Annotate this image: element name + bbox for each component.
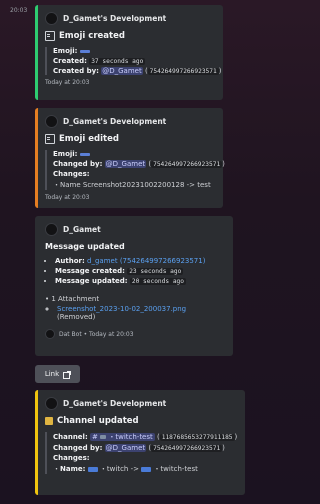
list-item: Message updated: 20 seconds ago [55, 277, 225, 285]
hash-icon: # [92, 433, 98, 441]
user-id: 754264997266923571 [151, 161, 223, 168]
embed-title: Message updated [45, 242, 125, 251]
attachments-list: • 1 Attachment Screenshot_2023-10-02_200… [45, 295, 225, 321]
message-timestamp: 20:03 [10, 7, 28, 14]
embed-footer: Today at 20:03 [45, 194, 90, 201]
name-to: ・twitch-test [153, 465, 198, 473]
author-id[interactable]: 754264997266923571 [123, 257, 203, 265]
channel-emoji-icon [100, 435, 107, 439]
external-link-icon [63, 370, 72, 379]
emoji-icon [141, 466, 152, 472]
embed-color-bar [35, 390, 38, 495]
channel-name: ・twitch-test [108, 433, 153, 441]
embed-author: D_Gamet's Development [45, 397, 237, 410]
embed-channel-updated: D_Gamet's Development Channel updated Ch… [35, 390, 245, 495]
user-id: 754264997266923571 [147, 68, 219, 75]
field-label: Created: [53, 57, 87, 65]
created-value: 23 seconds ago [127, 268, 184, 275]
author-avatar [45, 223, 58, 236]
change-line: ・Name Screenshot20231002200128 -> test [53, 181, 211, 189]
emoji-preview [79, 152, 90, 156]
user-mention[interactable]: @D_Gamet [104, 444, 147, 452]
field-label: Changed by: [53, 160, 103, 168]
embed-title: Emoji edited [59, 134, 119, 144]
emoji-icon [45, 31, 55, 41]
embed-footer: Today at 20:03 [45, 79, 90, 86]
author-name[interactable]: D_Gamet's Development [63, 117, 166, 126]
field-label: Name: [60, 465, 86, 473]
field-label: Message updated: [55, 277, 128, 285]
user-id: 754264997266923571 [151, 445, 223, 452]
embed-fields: Emoji: Changed by: @D_Gamet (75426499726… [45, 150, 225, 190]
bot-avatar [45, 329, 55, 339]
author-avatar [45, 115, 58, 128]
attachment-status: (Removed) [57, 313, 96, 321]
fields-list: Author: d_gamet (754264997266923571) Mes… [45, 257, 225, 285]
embed-color-bar [35, 108, 38, 208]
embed-fields: Emoji: Created: 37 seconds ago Created b… [45, 47, 221, 75]
author-avatar [45, 12, 58, 25]
name-from: ・twitch -> [99, 465, 139, 473]
field-label: Message created: [55, 267, 125, 275]
embed-title: Emoji created [59, 31, 125, 41]
updated-value: 20 seconds ago [129, 278, 186, 285]
embed-author: D_Gamet's Development [45, 12, 215, 25]
channel-id: 1187685653277911185 [159, 434, 235, 441]
embed-fields: Channel: # ・twitch-test (118768565327791… [45, 432, 237, 474]
field-label: Emoji: [53, 47, 78, 55]
list-item: • 1 Attachment [45, 295, 100, 303]
created-value: 37 seconds ago [89, 58, 146, 65]
embed-footer: Dat Bot • Today at 20:03 [45, 329, 225, 339]
embed-color-bar [35, 5, 38, 100]
author-name[interactable]: D_Gamet's Development [63, 399, 166, 408]
link-button[interactable]: Link [35, 365, 80, 383]
field-label: Emoji: [53, 150, 78, 158]
emoji-preview [79, 49, 90, 53]
list-item: Message created: 23 seconds ago [55, 267, 225, 275]
user-mention[interactable]: @D_Gamet [104, 160, 147, 168]
list-item: Author: d_gamet (754264997266923571) [55, 257, 225, 265]
author-name[interactable]: D_Gamet's Development [63, 14, 166, 23]
embed-author: D_Gamet's Development [45, 115, 215, 128]
field-label: Changes: [53, 170, 90, 178]
author-name[interactable]: D_Gamet [63, 225, 101, 234]
author-avatar [45, 397, 58, 410]
author-link[interactable]: d_gamet [87, 257, 118, 265]
emoji-icon [45, 134, 55, 144]
embed-title-row: Channel updated [45, 416, 237, 426]
embed-title-row: Emoji created [45, 31, 215, 41]
embed-message-updated: D_Gamet Message updated Author: d_gamet … [35, 216, 233, 356]
embed-author: D_Gamet [45, 223, 225, 236]
link-button-label: Link [44, 370, 60, 378]
embed-emoji-created: D_Gamet's Development Emoji created Emoj… [35, 5, 223, 100]
attachment-link[interactable]: Screenshot_2023-10-02_200037.png [57, 305, 186, 313]
embed-emoji-edited: D_Gamet's Development Emoji edited Emoji… [35, 108, 225, 208]
field-label: Changed by: [53, 444, 103, 452]
footer-text: Dat Bot • Today at 20:03 [59, 330, 134, 338]
emoji-icon [87, 466, 98, 472]
field-label: Author: [55, 257, 85, 265]
user-mention[interactable]: @D_Gamet [101, 67, 143, 75]
field-label: Changes: [53, 454, 90, 462]
channel-icon [45, 417, 53, 425]
field-label: Channel: [53, 433, 88, 441]
list-item: Screenshot_2023-10-02_200037.png (Remove… [57, 305, 225, 321]
embed-title-row: Emoji edited [45, 134, 215, 144]
attachments-count: 1 Attachment [51, 295, 100, 303]
embed-title: Channel updated [57, 416, 139, 426]
field-label: Created by: [53, 67, 99, 75]
channel-mention[interactable]: # ・twitch-test [90, 433, 155, 441]
